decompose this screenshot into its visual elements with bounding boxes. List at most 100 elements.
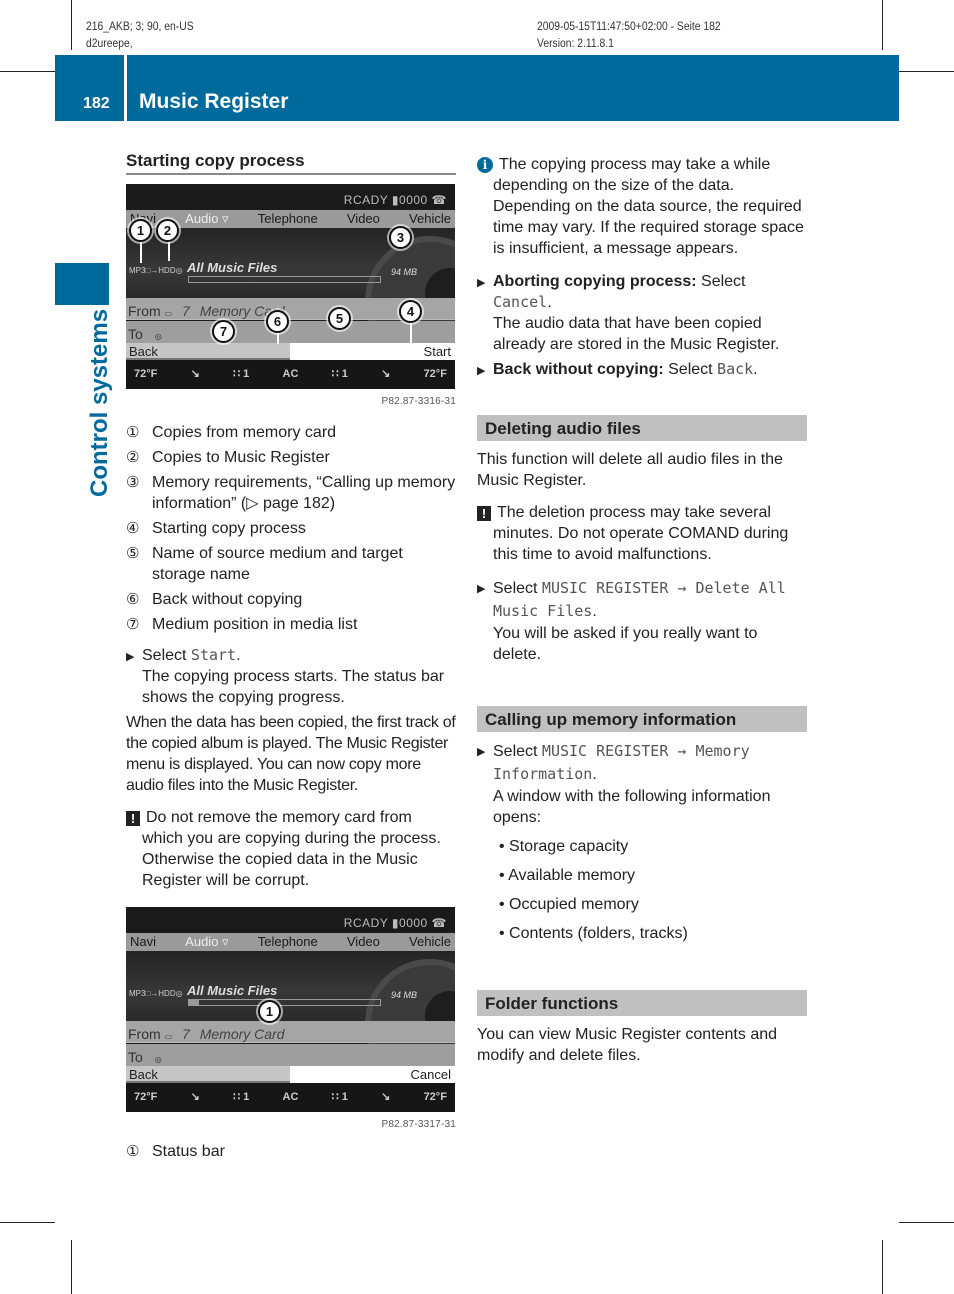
folder-text: You can view Music Register contents and… xyxy=(477,1026,778,1064)
screen-status-bar: RCADY ▮0000 ☎ xyxy=(126,184,455,209)
legend-number: ⑥ xyxy=(126,591,140,608)
figure-legend: ① Copies from memory card ② Copies to Musi… xyxy=(126,422,456,635)
temp-left[interactable]: 72°F xyxy=(134,364,157,385)
step-select-text: Select xyxy=(668,361,713,378)
menu-video[interactable]: Video xyxy=(347,210,380,228)
bullet-text: Available memory xyxy=(508,867,636,884)
step-code: Back xyxy=(717,360,754,378)
legend-number: ⑤ xyxy=(126,545,140,562)
from-position: 7 xyxy=(182,303,190,319)
airflow-right-icon[interactable]: ↘ xyxy=(381,1087,390,1108)
warning-note: ! Do not remove the memory card from whic… xyxy=(126,807,456,891)
menu-audio[interactable]: Audio ▿ xyxy=(185,933,228,951)
warning-icon: ! xyxy=(126,811,140,826)
doc-timestamp: 2009-05-15T11:47:50+02:00 - Seite 182 xyxy=(537,21,721,33)
legend-text: Copies from memory card xyxy=(152,424,337,441)
legend-text[interactable]: Memory requirements, “Calling up memory … xyxy=(152,472,456,514)
callout-4: 4 xyxy=(399,300,422,323)
menu-telephone[interactable]: Telephone xyxy=(258,210,318,228)
step-arrow-icon: ▶ xyxy=(477,365,486,377)
menu-navi[interactable]: Navi xyxy=(130,933,156,951)
step-result: A window with the following information … xyxy=(493,788,771,826)
menu-telephone[interactable]: Telephone xyxy=(258,933,318,951)
bullet-item: • Contents (folders, tracks) xyxy=(499,925,688,942)
callout-leader xyxy=(140,239,142,263)
files-label: All Music Files xyxy=(187,260,278,275)
copy-direction-icon: MP3□→HDD◎ xyxy=(129,266,183,275)
seat-heat-right[interactable]: ∷ 1 xyxy=(332,364,348,385)
legend-text: Back without copying xyxy=(152,591,303,608)
legend-number: ④ xyxy=(126,520,140,537)
warning-note: ! The deletion process may take several m… xyxy=(477,502,807,565)
info-note: i The copying process may take a while de… xyxy=(477,154,807,259)
screen-display: MP3□→HDD◎ All Music Files 94 MB xyxy=(126,951,455,1089)
seat-heat-right[interactable]: ∷ 1 xyxy=(332,1087,348,1108)
figure-code: P82.87-3317-31 xyxy=(381,1119,456,1130)
memory-size: 94 MB xyxy=(391,990,418,1000)
seat-heat-left[interactable]: ∷ 1 xyxy=(233,1087,249,1108)
crop-mark xyxy=(882,1240,883,1294)
step-select-text: Select xyxy=(142,647,187,664)
from-medium: Memory Card xyxy=(199,1026,285,1042)
side-tab-label: Control systems xyxy=(86,308,113,497)
legend-number: ① xyxy=(126,1143,140,1160)
menu-audio[interactable]: Audio ▿ xyxy=(185,210,228,228)
bullet-text: Occupied memory xyxy=(509,896,639,913)
figure-legend: ① Status bar xyxy=(126,1141,456,1162)
seat-heat-left[interactable]: ∷ 1 xyxy=(233,364,249,385)
back-button[interactable]: Back xyxy=(126,343,290,360)
crop-mark xyxy=(899,71,954,72)
paragraph-copy-complete: When the data has been copied, the first… xyxy=(126,714,456,794)
hdd-icon: ◎ xyxy=(154,1055,162,1064)
legend-text: Starting copy process xyxy=(152,520,306,537)
legend-item: ⑥ Back without copying xyxy=(126,589,456,610)
copy-progress-bar xyxy=(188,276,381,283)
screenshot-copy-progress: RCADY ▮0000 ☎ Navi Audio ▿ Telephone Vid… xyxy=(126,907,455,1112)
legend-number: ① xyxy=(126,424,140,441)
step-code: MUSIC REGISTER → Delete All Music Files xyxy=(493,579,786,620)
menu-video[interactable]: Video xyxy=(347,933,380,951)
menu-vehicle[interactable]: Vehicle xyxy=(409,933,451,951)
temp-left[interactable]: 72°F xyxy=(134,1087,157,1108)
step-result: You will be asked if you really want to … xyxy=(493,625,758,663)
info-text: The copying process may take a while dep… xyxy=(493,156,804,257)
start-button[interactable]: Start xyxy=(290,343,455,360)
temp-right[interactable]: 72°F xyxy=(424,1087,447,1108)
step-label: Aborting copying process: xyxy=(493,273,697,290)
callout-1: 1 xyxy=(129,219,152,242)
legend-text: Copies to Music Register xyxy=(152,449,330,466)
step-arrow-icon: ▶ xyxy=(477,583,486,595)
to-row: To ◎ xyxy=(126,1044,455,1066)
section-heading-deleting: Deleting audio files xyxy=(477,415,807,441)
ac-button[interactable]: AC xyxy=(283,1087,299,1108)
bullet-text: Contents (folders, tracks) xyxy=(509,925,688,942)
step-result: The audio data that have been copied alr… xyxy=(493,315,780,353)
bullet-item: • Storage capacity xyxy=(499,838,629,855)
step-delete-all: ▶ Select MUSIC REGISTER → Delete All Mus… xyxy=(477,577,807,665)
cancel-button[interactable]: Cancel xyxy=(290,1066,455,1083)
legend-item: ⑤ Name of source medium and target storag… xyxy=(126,543,456,585)
legend-item: ⑦ Medium position in media list xyxy=(126,614,456,635)
legend-item: ④ Starting copy process xyxy=(126,518,456,539)
legend-number: ⑦ xyxy=(126,616,140,633)
temp-right[interactable]: 72°F xyxy=(424,364,447,385)
bullet-item: • Available memory xyxy=(499,867,636,884)
crop-mark xyxy=(0,71,55,72)
copy-progress-fill xyxy=(189,1000,199,1005)
step-abort: ▶ Aborting copying process: Select Cance… xyxy=(477,271,807,355)
doc-author: d2ureepe, xyxy=(86,38,133,50)
doc-meta-left: 216_AKB; 3; 90, en-US d2ureepe, xyxy=(86,19,194,53)
screenshot-copy-start: RCADY ▮0000 ☎ Navi Audio ▿ Telephone Vid… xyxy=(126,184,455,389)
crop-mark xyxy=(71,0,72,50)
ac-button[interactable]: AC xyxy=(283,364,299,385)
doc-id: 216_AKB; 3; 90, en-US xyxy=(86,21,194,33)
climate-bar: 72°F ↘ ∷ 1 AC ∷ 1 ↘ 72°F xyxy=(126,1083,455,1112)
legend-item: ① Copies from memory card xyxy=(126,422,456,443)
airflow-left-icon[interactable]: ↘ xyxy=(191,1087,200,1108)
menu-vehicle[interactable]: Vehicle xyxy=(409,210,451,228)
memory-card-icon: ▭ xyxy=(164,309,173,318)
airflow-left-icon[interactable]: ↘ xyxy=(191,364,200,385)
side-tab-marker xyxy=(55,263,109,305)
back-button[interactable]: Back xyxy=(126,1066,290,1083)
airflow-right-icon[interactable]: ↘ xyxy=(381,364,390,385)
